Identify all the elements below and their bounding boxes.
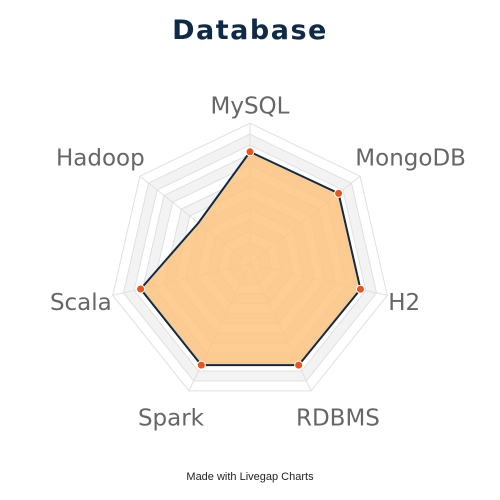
radar-chart: MySQL MongoDB H2 RDBMS Spark Scala Hadoop [50, 94, 466, 432]
axis-label-h2: H2 [388, 290, 420, 316]
axis-label-spark: Spark [138, 406, 205, 432]
axis-label-hadoop: Hadoop [56, 146, 145, 172]
data-point-mongodb [334, 188, 344, 198]
axis-label-rdbms: RDBMS [296, 406, 380, 432]
data-point-h2 [355, 284, 365, 294]
data-point-spark [196, 360, 206, 370]
data-point-scala [136, 284, 146, 294]
axis-label-mongodb: MongoDB [355, 146, 466, 172]
axis-label-mysql: MySQL [211, 94, 290, 120]
axis-label-scala: Scala [50, 290, 112, 316]
data-point-mysql [245, 147, 255, 157]
footer-credit: Made with Livegap Charts [186, 471, 314, 483]
data-point-rdbms [294, 360, 304, 370]
